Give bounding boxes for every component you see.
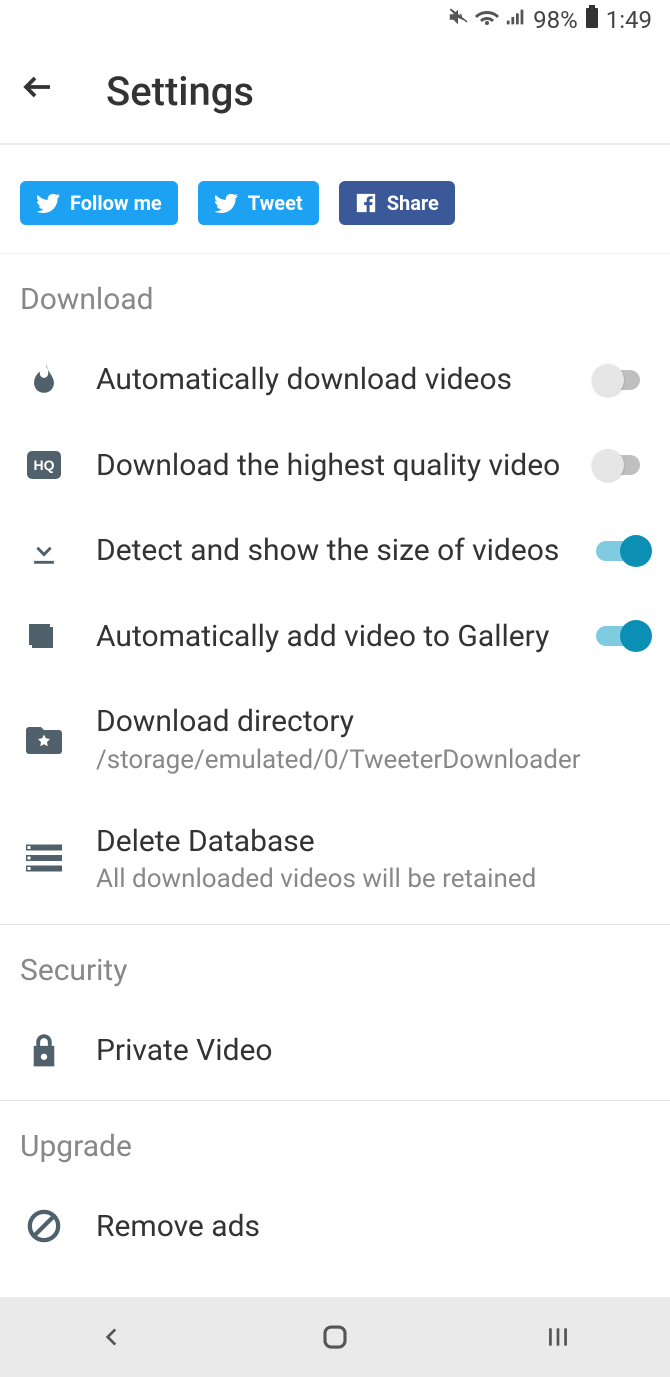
no-ads-icon: [20, 1209, 68, 1243]
share-label: Share: [387, 191, 439, 215]
sub-download-dir: /storage/emulated/0/TweeterDownloader: [96, 745, 652, 775]
lock-icon: [20, 1033, 68, 1069]
follow-button[interactable]: Follow me: [20, 181, 178, 225]
share-button[interactable]: Share: [339, 181, 455, 225]
page-title: Settings: [106, 68, 254, 115]
download-icon: [20, 534, 68, 568]
toggle-auto-gallery[interactable]: [592, 620, 652, 652]
nav-home-button[interactable]: [315, 1317, 355, 1357]
label-private-video: Private Video: [96, 1032, 652, 1070]
label-highest-quality: Download the highest quality video: [96, 447, 564, 485]
fire-icon: [20, 363, 68, 397]
twitter-icon: [214, 191, 238, 215]
sub-delete-db: All downloaded videos will be retained: [96, 864, 652, 894]
security-list: Private Video: [0, 988, 670, 1094]
add-gallery-icon: [20, 618, 68, 654]
toggle-auto-download[interactable]: [592, 364, 652, 396]
section-header-security: Security: [0, 925, 670, 988]
mute-icon: [447, 6, 469, 34]
app-bar: Settings: [0, 40, 670, 145]
status-bar: 98% 1:49: [0, 0, 670, 40]
tweet-label: Tweet: [248, 191, 303, 215]
upgrade-list: Remove ads: [0, 1164, 670, 1270]
svg-text:HQ: HQ: [34, 457, 55, 473]
wifi-icon: [475, 5, 499, 35]
back-arrow-icon[interactable]: [20, 68, 56, 115]
row-private-video[interactable]: Private Video: [0, 1008, 670, 1094]
social-row: Follow me Tweet Share: [0, 145, 670, 254]
section-header-download: Download: [0, 254, 670, 317]
nav-bar: [0, 1297, 670, 1377]
row-remove-ads[interactable]: Remove ads: [0, 1184, 670, 1270]
label-auto-gallery: Automatically add video to Gallery: [96, 618, 564, 656]
battery-percent: 98%: [533, 6, 578, 34]
follow-label: Follow me: [70, 191, 162, 215]
folder-star-icon: [20, 724, 68, 754]
hq-icon: HQ: [20, 451, 68, 479]
clock-text: 1:49: [606, 6, 652, 34]
label-detect-size: Detect and show the size of videos: [96, 532, 564, 570]
battery-icon: [584, 5, 600, 35]
nav-recents-button[interactable]: [538, 1317, 578, 1357]
row-detect-size[interactable]: Detect and show the size of videos: [0, 508, 670, 594]
signal-icon: [505, 6, 527, 34]
twitter-icon: [36, 191, 60, 215]
tweet-button[interactable]: Tweet: [198, 181, 319, 225]
row-delete-db[interactable]: Delete Database All downloaded videos wi…: [0, 799, 670, 919]
toggle-detect-size[interactable]: [592, 535, 652, 567]
label-download-dir: Download directory: [96, 703, 652, 741]
database-icon: [20, 844, 68, 872]
section-header-upgrade: Upgrade: [0, 1101, 670, 1164]
download-list: Automatically download videos HQ Downloa…: [0, 317, 670, 918]
label-delete-db: Delete Database: [96, 823, 652, 861]
facebook-icon: [355, 192, 377, 214]
toggle-highest-quality[interactable]: [592, 449, 652, 481]
row-auto-gallery[interactable]: Automatically add video to Gallery: [0, 594, 670, 680]
label-remove-ads: Remove ads: [96, 1208, 652, 1246]
row-auto-download[interactable]: Automatically download videos: [0, 337, 670, 423]
label-auto-download: Automatically download videos: [96, 361, 564, 399]
row-highest-quality[interactable]: HQ Download the highest quality video: [0, 423, 670, 509]
row-download-dir[interactable]: Download directory /storage/emulated/0/T…: [0, 679, 670, 799]
nav-back-button[interactable]: [92, 1317, 132, 1357]
